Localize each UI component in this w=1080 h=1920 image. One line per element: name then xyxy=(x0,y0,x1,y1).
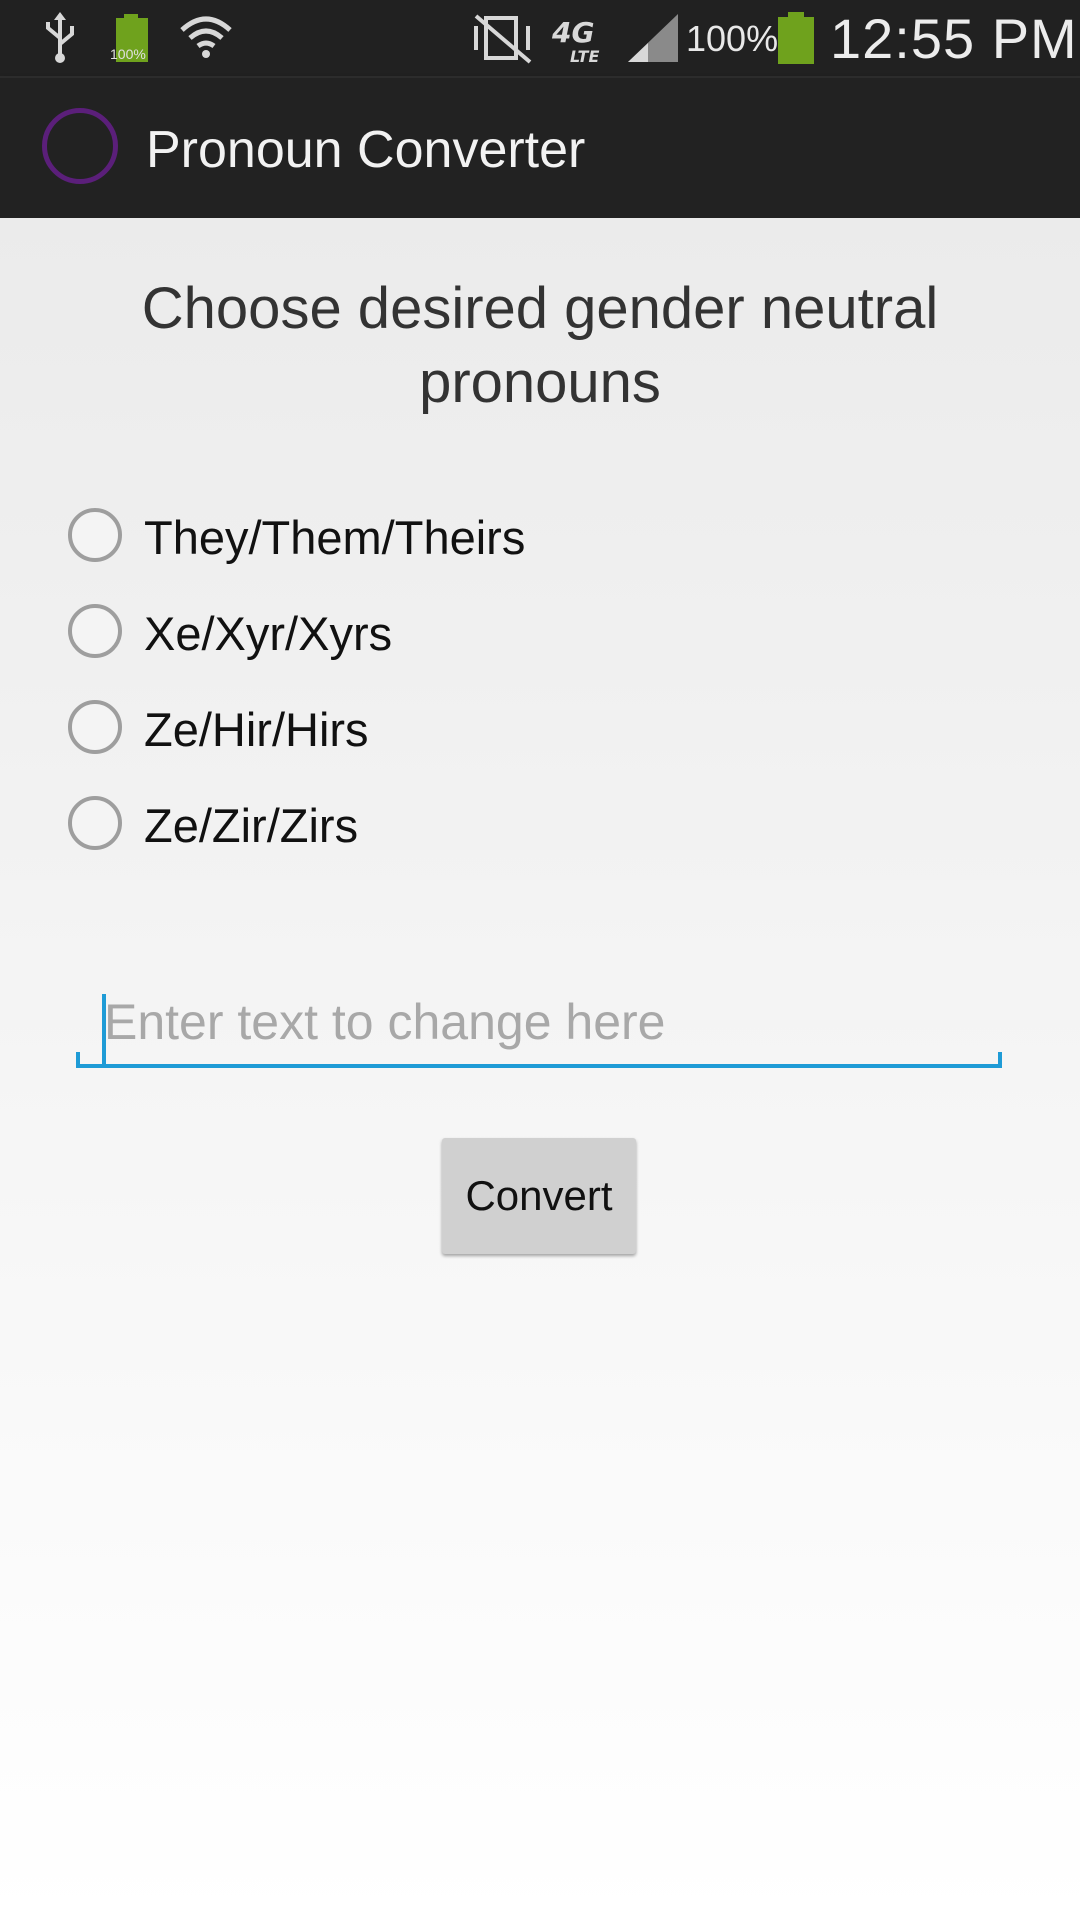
radio-ze-zir-zirs[interactable]: Ze/Zir/Zirs xyxy=(68,784,768,864)
main-content: Choose desired gender neutral pronouns T… xyxy=(0,218,1080,1920)
radio-label: They/Them/Theirs xyxy=(144,511,526,564)
svg-text:LTE: LTE xyxy=(570,47,599,64)
radio-label: Ze/Hir/Hirs xyxy=(144,703,369,756)
mute-vibrate-icon xyxy=(474,14,532,64)
4g-lte-icon: 4G LTE xyxy=(552,16,599,64)
status-bar: 100% 4G LTE 100% 12:55 PM xyxy=(0,0,1080,76)
signal-icon xyxy=(628,14,678,62)
usb-icon xyxy=(46,12,74,63)
clock: 12:55 PM xyxy=(830,7,1078,70)
input-underline xyxy=(76,1064,1002,1068)
radio-button[interactable] xyxy=(68,604,122,658)
app-logo-icon xyxy=(42,108,118,184)
radio-button[interactable] xyxy=(68,508,122,562)
radio-button[interactable] xyxy=(68,700,122,754)
battery-small-label: 100% xyxy=(110,46,146,62)
svg-text:4G: 4G xyxy=(552,16,594,49)
battery-icon xyxy=(778,12,814,64)
text-input-container xyxy=(76,978,1002,1078)
page-heading: Choose desired gender neutral pronouns xyxy=(141,276,939,415)
radio-they-them-theirs[interactable]: They/Them/Theirs xyxy=(68,496,768,576)
radio-xe-xyr-xyrs[interactable]: Xe/Xyr/Xyrs xyxy=(68,592,768,672)
app-title: Pronoun Converter xyxy=(146,121,586,179)
action-bar: Pronoun Converter xyxy=(0,76,1080,220)
battery-percent: 100% xyxy=(686,18,779,59)
radio-button[interactable] xyxy=(68,796,122,850)
radio-label: Xe/Xyr/Xyrs xyxy=(144,607,393,660)
input-underline-right xyxy=(998,1052,1002,1066)
text-input[interactable] xyxy=(76,978,1002,1066)
text-cursor xyxy=(102,994,106,1068)
convert-button[interactable]: Convert xyxy=(442,1138,636,1254)
radio-label: Ze/Zir/Zirs xyxy=(144,799,359,852)
wifi-icon xyxy=(180,16,232,58)
radio-ze-hir-hirs[interactable]: Ze/Hir/Hirs xyxy=(68,688,768,768)
